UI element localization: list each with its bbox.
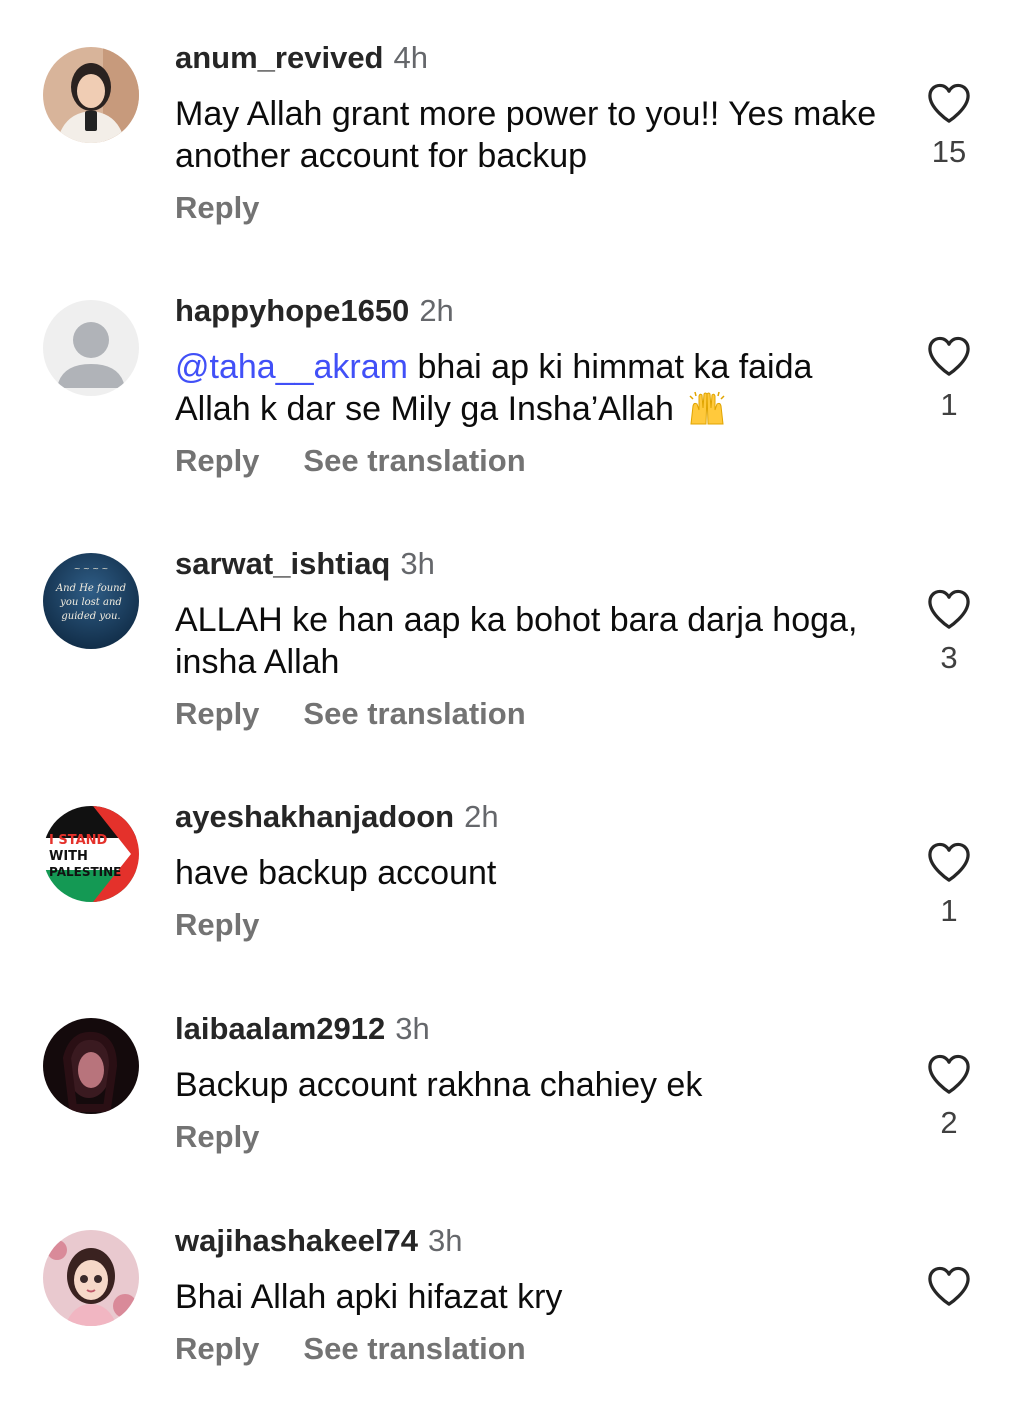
avatar[interactable] [43,300,139,396]
see-translation-button[interactable]: See translation [303,443,525,478]
like-count: 3 [940,640,958,675]
comment-body: Backup account rakhna chahiey ek [175,1066,703,1104]
avatar[interactable]: I STAND WITH PALESTINE [43,806,139,902]
timestamp: 2h [464,799,499,834]
reply-button[interactable]: Reply [175,696,259,731]
avatar[interactable] [43,1018,139,1114]
avatar-quote-line: guided you. [61,611,120,622]
comment-text: Backup account rakhna chahiey ek [175,1064,895,1106]
reply-button[interactable]: Reply [175,1119,259,1154]
comment-item: wajihashakeel74 3h Bhai Allah apki hifaza… [0,1183,1024,1413]
see-translation-button[interactable]: See translation [303,696,525,731]
comment-item: ~ ~ ~ ~ And He found you lost and guided… [0,506,1024,736]
palestine-flag-icon: I STAND WITH PALESTINE [43,806,139,902]
avatar[interactable] [43,47,139,143]
raising-hands-icon [687,390,727,436]
heart-icon[interactable] [926,841,972,883]
avatar-quote-line: you lost and [59,597,122,608]
see-translation-button[interactable]: See translation [303,1331,525,1366]
comment-text: @taha__akram bhai ap ki himmat ka faida … [175,346,895,436]
comment-body: May Allah grant more power to you!! Yes … [175,95,877,175]
username[interactable]: laibaalam2912 [175,1011,385,1046]
username[interactable]: wajihashakeel74 [175,1223,418,1258]
username[interactable]: sarwat_ishtiaq [175,546,390,581]
comment-text: ALLAH ke han aap ka bohot bara darja hog… [175,599,895,683]
comment-item: I STAND WITH PALESTINE ayeshakhanjadoon 2… [0,759,1024,989]
quote-image-icon: ~ ~ ~ ~ And He found you lost and guided… [43,553,139,649]
timestamp: 3h [400,546,435,581]
avatar[interactable]: ~ ~ ~ ~ And He found you lost and guided… [43,553,139,649]
default-user-icon [43,300,139,396]
avatar[interactable] [43,1230,139,1326]
like-count: 15 [931,134,967,169]
like-count: 1 [940,893,958,928]
avatar-slogan-line: I STAND [49,833,108,848]
timestamp: 4h [393,40,428,75]
reply-button[interactable]: Reply [175,443,259,478]
comment-item: laibaalam2912 3h Backup account rakhna ch… [0,971,1024,1201]
heart-icon[interactable] [926,588,972,630]
avatar-photo-icon [43,1018,139,1114]
avatar-slogan-line: PALESTINE [49,865,121,879]
like-count: 1 [940,387,958,422]
avatar-slogan-line: WITH [49,849,88,864]
svg-text:~ ~ ~ ~: ~ ~ ~ ~ [74,564,108,573]
mention-link[interactable]: @taha__akram [175,348,408,386]
heart-icon[interactable] [926,1265,972,1307]
username[interactable]: anum_revived [175,40,384,75]
timestamp: 2h [419,293,454,328]
heart-icon[interactable] [926,1053,972,1095]
comment-body: ALLAH ke han aap ka bohot bara darja hog… [175,601,858,681]
comment-item: happyhope1650 2h @taha__akram bhai ap ki … [0,253,1024,483]
username[interactable]: happyhope1650 [175,293,409,328]
reply-button[interactable]: Reply [175,1331,259,1366]
heart-icon[interactable] [926,82,972,124]
reply-button[interactable]: Reply [175,907,259,942]
avatar-quote-line: And He found [55,583,126,594]
heart-icon[interactable] [926,335,972,377]
like-count: 2 [940,1105,958,1140]
avatar-photo-icon [43,47,139,143]
reply-button[interactable]: Reply [175,190,259,225]
comment-body: have backup account [175,854,497,892]
comment-text: have backup account [175,852,895,894]
avatar-cartoon-icon [43,1230,139,1326]
timestamp: 3h [395,1011,430,1046]
comment-text: Bhai Allah apki hifazat kry [175,1276,895,1318]
comment-body: Bhai Allah apki hifazat kry [175,1278,563,1316]
comment-text: May Allah grant more power to you!! Yes … [175,93,895,177]
username[interactable]: ayeshakhanjadoon [175,799,454,834]
timestamp: 3h [428,1223,463,1258]
comment-item: anum_revived 4h May Allah grant more powe… [0,0,1024,230]
